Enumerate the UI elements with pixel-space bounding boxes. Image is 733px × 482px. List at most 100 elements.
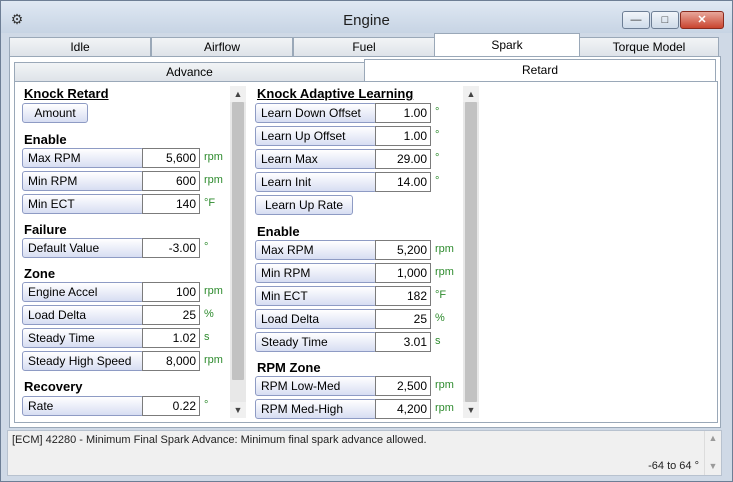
- param-label: Load Delta: [22, 305, 144, 325]
- param-label: Learn Init: [255, 172, 377, 192]
- param-label: Learn Down Offset: [255, 103, 377, 123]
- param-unit: °: [435, 106, 440, 118]
- param-unit: s: [435, 335, 441, 347]
- param-value-field[interactable]: 600: [142, 171, 200, 191]
- param-value-field[interactable]: 8,000: [142, 351, 200, 371]
- tab-fuel[interactable]: Fuel: [293, 37, 435, 57]
- rpm-zone-heading: RPM Zone: [257, 360, 321, 375]
- tab-spark[interactable]: Spark: [434, 33, 580, 57]
- param-unit: rpm: [204, 354, 223, 366]
- knock-adaptive-learning-column: Knock Adaptive Learning Learn Down Offse…: [251, 82, 463, 422]
- tab-airflow[interactable]: Airflow: [151, 37, 293, 57]
- param-value-field[interactable]: 100: [142, 282, 200, 302]
- param-label: RPM Med-High: [255, 399, 377, 419]
- param-value-field[interactable]: 182: [375, 286, 431, 306]
- param-unit: °: [204, 399, 209, 411]
- maximize-button[interactable]: □: [651, 11, 679, 29]
- param-label: Learn Max: [255, 149, 377, 169]
- description-text: [ECM] 42280 - Minimum Final Spark Advanc…: [12, 434, 427, 446]
- sub-tab-bar: Advance Retard: [14, 59, 716, 82]
- param-label: Max RPM: [22, 148, 144, 168]
- tab-torque-model[interactable]: Torque Model: [579, 37, 719, 57]
- close-button[interactable]: ✕: [680, 11, 724, 29]
- param-value-field[interactable]: -3.00: [142, 238, 200, 258]
- scroll-up-icon[interactable]: ▲: [230, 86, 246, 102]
- param-value-field[interactable]: 14.00: [375, 172, 431, 192]
- param-unit: rpm: [435, 266, 454, 278]
- param-unit: rpm: [435, 402, 454, 414]
- param-value-field[interactable]: 25: [375, 309, 431, 329]
- param-value-field[interactable]: 3.01: [375, 332, 431, 352]
- enable-heading: Enable: [24, 132, 67, 147]
- scroll-down-icon[interactable]: ▼: [705, 461, 721, 471]
- param-unit: s: [204, 331, 210, 343]
- param-label: Min RPM: [255, 263, 377, 283]
- knock-retard-column: Knock Retard Amount Enable Max RPM 5,600…: [15, 82, 247, 422]
- scroll-thumb[interactable]: [465, 102, 477, 402]
- param-label: Rate: [22, 396, 144, 416]
- param-value-field[interactable]: 1.00: [375, 103, 431, 123]
- param-label: Steady Time: [255, 332, 377, 352]
- param-unit: °: [435, 129, 440, 141]
- param-value-field[interactable]: 140: [142, 194, 200, 214]
- param-value-field[interactable]: 4,200: [375, 399, 431, 419]
- minimize-button[interactable]: —: [622, 11, 650, 29]
- param-label: Load Delta: [255, 309, 377, 329]
- retard-panel: Knock Retard Amount Enable Max RPM 5,600…: [14, 81, 718, 423]
- scroll-thumb[interactable]: [232, 102, 244, 380]
- learn-up-rate-button[interactable]: Learn Up Rate: [255, 195, 353, 215]
- kal-heading: Knock Adaptive Learning: [257, 86, 414, 101]
- failure-heading: Failure: [24, 222, 67, 237]
- param-value-field[interactable]: 25: [142, 305, 200, 325]
- param-unit: rpm: [435, 243, 454, 255]
- range-text: -64 to 64 °: [648, 460, 699, 472]
- param-value-field[interactable]: 1,000: [375, 263, 431, 283]
- param-unit: °: [435, 175, 440, 187]
- scroll-down-icon[interactable]: ▼: [230, 402, 246, 418]
- left-scrollbar[interactable]: ▲ ▼: [230, 86, 246, 418]
- param-label: Max RPM: [255, 240, 377, 260]
- amount-button[interactable]: Amount: [22, 103, 88, 123]
- param-unit: %: [435, 312, 445, 324]
- param-label: RPM Low-Med: [255, 376, 377, 396]
- zone-heading: Zone: [24, 266, 56, 281]
- title-bar[interactable]: ⚙ Engine — □ ✕: [1, 1, 732, 33]
- description-scrollbar[interactable]: ▲ ▼: [704, 431, 721, 475]
- recovery-heading: Recovery: [24, 379, 83, 394]
- param-label: Min ECT: [22, 194, 144, 214]
- tab-advance[interactable]: Advance: [14, 62, 365, 82]
- right-scrollbar[interactable]: ▲ ▼: [463, 86, 479, 418]
- param-value-field[interactable]: 5,600: [142, 148, 200, 168]
- param-label: Engine Accel: [22, 282, 144, 302]
- knock-retard-heading: Knock Retard: [24, 86, 109, 101]
- scroll-down-icon[interactable]: ▼: [463, 402, 479, 418]
- top-tab-bar: Idle Airflow Fuel Spark Torque Model: [9, 33, 719, 57]
- param-label: Default Value: [22, 238, 144, 258]
- param-value-field[interactable]: 1.02: [142, 328, 200, 348]
- param-label: Learn Up Offset: [255, 126, 377, 146]
- param-unit: °: [435, 152, 440, 164]
- tab-retard[interactable]: Retard: [364, 59, 716, 82]
- param-value-field[interactable]: 2,500: [375, 376, 431, 396]
- engine-window: ⚙ Engine — □ ✕ Idle Airflow Fuel Spark T…: [0, 0, 733, 482]
- param-value-field[interactable]: 5,200: [375, 240, 431, 260]
- param-unit: rpm: [204, 285, 223, 297]
- scroll-up-icon[interactable]: ▲: [705, 433, 721, 443]
- description-panel: [ECM] 42280 - Minimum Final Spark Advanc…: [7, 430, 722, 476]
- param-label: Min RPM: [22, 171, 144, 191]
- param-label: Steady High Speed: [22, 351, 144, 371]
- param-label: Steady Time: [22, 328, 144, 348]
- param-label: Min ECT: [255, 286, 377, 306]
- param-unit: rpm: [204, 151, 223, 163]
- param-value-field[interactable]: 0.22: [142, 396, 200, 416]
- param-unit: °F: [204, 197, 216, 209]
- param-unit: °F: [435, 289, 447, 301]
- param-value-field[interactable]: 1.00: [375, 126, 431, 146]
- param-unit: %: [204, 308, 214, 320]
- param-unit: rpm: [435, 379, 454, 391]
- tab-idle[interactable]: Idle: [9, 37, 151, 57]
- param-unit: °: [204, 241, 209, 253]
- param-value-field[interactable]: 29.00: [375, 149, 431, 169]
- scroll-up-icon[interactable]: ▲: [463, 86, 479, 102]
- spark-panel: Advance Retard Knock Retard Amount Enabl…: [9, 56, 721, 428]
